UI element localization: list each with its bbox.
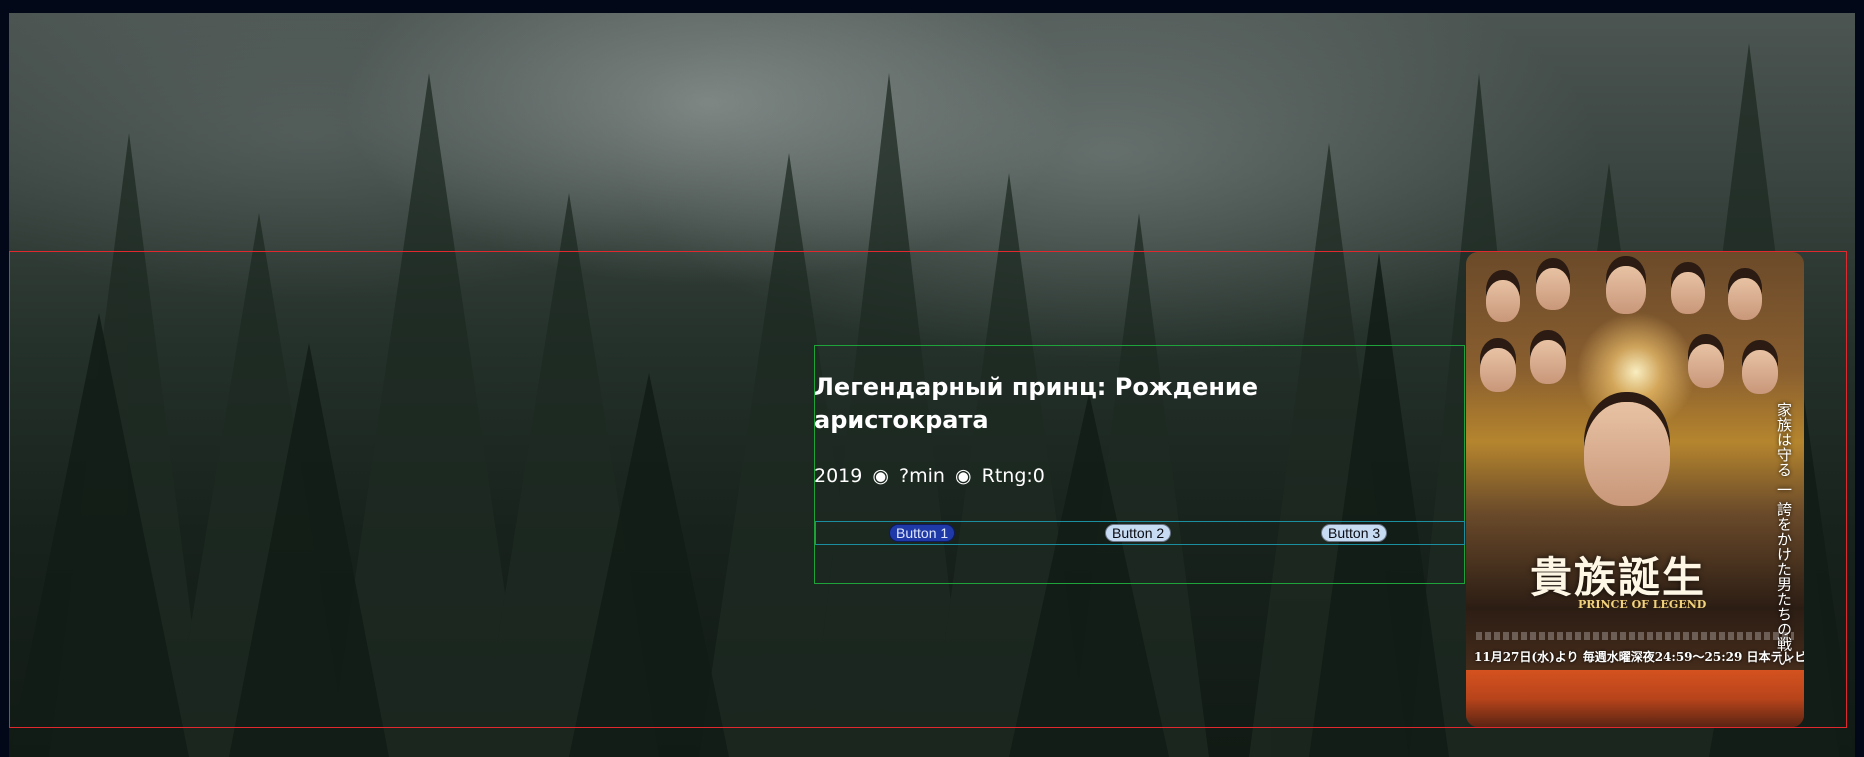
movie-rating: Rtng:0 [981, 465, 1045, 487]
button-2[interactable]: Button 2 [1105, 524, 1172, 542]
movie-meta: 2019 ◉ ?min ◉ Rtng:0 [814, 463, 1045, 489]
poster-cast-face [1530, 340, 1566, 384]
poster-airdate: 11月27日(水)より 毎週水曜深夜24:59〜25:29 日本テレビにて放送 [1474, 650, 1804, 664]
movie-poster[interactable]: 家族は守る 一 誇をかけた男たちの戦い 貴族誕生 PRINCE OF LEGEN… [1466, 252, 1804, 727]
movie-duration: ?min [899, 465, 945, 487]
poster-cast-face [1480, 348, 1516, 392]
action-button-row: Button 1 Button 2 Button 3 [815, 521, 1465, 545]
poster-tagline: 家族は守る 一 誇をかけた男たちの戦い [1775, 402, 1793, 667]
poster-title: 貴族誕生 [1530, 553, 1707, 602]
separator-dot-icon: ◉ [872, 465, 889, 487]
separator-dot-icon: ◉ [955, 465, 972, 487]
poster-cast-face [1742, 350, 1778, 394]
button-1[interactable]: Button 1 [889, 524, 956, 542]
poster-cast-face [1536, 268, 1570, 310]
poster-bottom-strip [1466, 670, 1804, 727]
poster-cast-face [1671, 272, 1705, 314]
poster-credits-block [1476, 632, 1794, 640]
poster-cast-face [1606, 266, 1646, 314]
movie-title: Легендарный принц: Рождение аристократа [814, 373, 1259, 434]
poster-cast-face [1728, 278, 1762, 320]
poster-subtitle: PRINCE OF LEGEND [1578, 598, 1707, 611]
poster-cast-face [1486, 280, 1520, 322]
button-3[interactable]: Button 3 [1321, 524, 1388, 542]
movie-year: 2019 [814, 465, 863, 487]
poster-cast-face [1688, 344, 1724, 388]
poster-lead-face [1584, 402, 1670, 506]
